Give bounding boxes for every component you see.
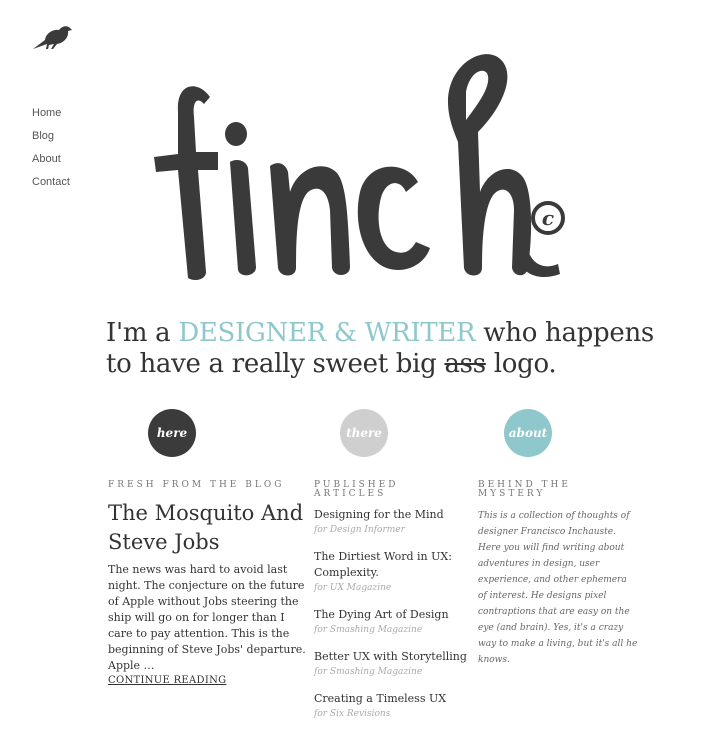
about-description: This is a collection of thoughts of desi… <box>478 511 638 665</box>
nav-home[interactable]: Home <box>32 106 70 129</box>
about-heading: BEHIND THE MYSTERY <box>478 480 571 499</box>
tagline-strikethrough: ass <box>444 349 486 379</box>
about-badge[interactable]: about <box>504 409 552 457</box>
article-source: for Design Informer <box>314 525 405 535</box>
article-title[interactable]: Creating a Timeless UX <box>314 691 474 707</box>
article-title[interactable]: Designing for the Mind <box>314 507 474 523</box>
list-item[interactable]: The Dirtiest Word in UX: Complexity. for… <box>314 549 474 595</box>
here-badge[interactable]: here <box>148 409 196 457</box>
list-item[interactable]: Better UX with Storytelling for Smashing… <box>314 649 474 679</box>
articles-heading: PUBLISHED ARTICLES <box>314 480 399 499</box>
article-source: for Six Revisions <box>314 709 391 719</box>
article-title[interactable]: Better UX with Storytelling <box>314 649 474 665</box>
tagline: I'm a DESIGNER & WRITER who happens to h… <box>106 318 666 380</box>
continue-reading-link[interactable]: CONTINUE READING <box>108 675 226 686</box>
article-title[interactable]: The Dirtiest Word in UX: Complexity. <box>314 549 474 581</box>
svg-text:c: c <box>542 206 554 230</box>
post-title[interactable]: The Mosquito And Steve Jobs <box>108 499 308 557</box>
article-source: for UX Magazine <box>314 583 392 593</box>
article-title[interactable]: The Dying Art of Design <box>314 607 474 623</box>
nav-contact[interactable]: Contact <box>32 175 70 198</box>
there-badge[interactable]: there <box>340 409 388 457</box>
tagline-part1: I'm a <box>106 318 179 348</box>
post-excerpt: The news was hard to avoid last night. T… <box>108 563 306 672</box>
list-item[interactable]: Creating a Timeless UX for Six Revisions <box>314 691 474 721</box>
article-source: for Smashing Magazine <box>314 625 423 635</box>
blog-heading: FRESH FROM THE BLOG <box>108 480 285 490</box>
nav-about[interactable]: About <box>32 152 70 175</box>
main-nav: Home Blog About Contact <box>32 106 70 198</box>
list-item[interactable]: The Dying Art of Design for Smashing Mag… <box>314 607 474 637</box>
bird-logo-icon[interactable] <box>31 23 73 53</box>
list-item[interactable]: Designing for the Mind for Design Inform… <box>314 507 474 537</box>
tagline-accent: DESIGNER & WRITER <box>178 318 476 348</box>
tagline-part3: logo. <box>485 349 557 379</box>
finch-wordmark-logo: c <box>154 54 565 280</box>
nav-blog[interactable]: Blog <box>32 129 70 152</box>
article-source: for Smashing Magazine <box>314 667 423 677</box>
articles-list: Designing for the Mind for Design Inform… <box>314 507 474 733</box>
